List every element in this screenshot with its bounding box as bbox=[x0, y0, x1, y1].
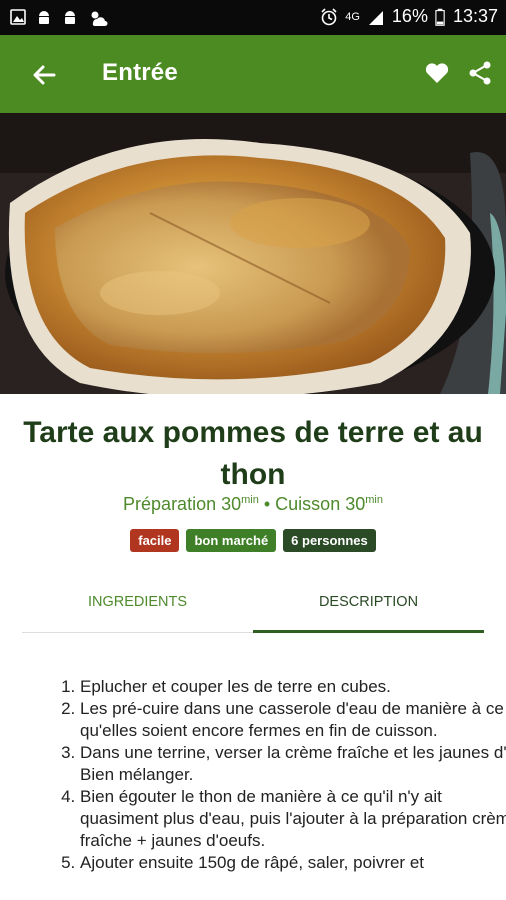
cost-badge: bon marché bbox=[186, 529, 277, 552]
cook-time: Cuisson 30 bbox=[275, 494, 366, 514]
image-notification-icon bbox=[10, 9, 26, 25]
weather-icon bbox=[91, 11, 108, 26]
times-separator: • bbox=[258, 494, 276, 514]
difficulty-badge: facile bbox=[130, 529, 180, 552]
battery-percent: 16% bbox=[391, 6, 428, 26]
network-type: 4G bbox=[345, 10, 360, 23]
recipe-times: Préparation 30min • Cuisson 30min bbox=[0, 494, 506, 515]
prep-time-unit: min bbox=[241, 494, 259, 506]
step-item: Les pré-cuire dans une casserole d'eau d… bbox=[80, 698, 506, 742]
battery-icon bbox=[435, 8, 445, 26]
favorite-heart-icon[interactable] bbox=[424, 61, 450, 85]
recipe-tabs: INGREDIENTS DESCRIPTION bbox=[22, 580, 484, 633]
prep-time: Préparation 30 bbox=[123, 494, 242, 514]
app-bar: Entrée bbox=[0, 35, 506, 113]
clock: 13:37 bbox=[452, 6, 498, 26]
status-bar: 4G 16% 13:37 bbox=[0, 0, 506, 35]
description-steps: Eplucher et couper les de terre en cubes… bbox=[55, 676, 506, 874]
tab-description[interactable]: DESCRIPTION bbox=[253, 580, 484, 633]
signal-icon bbox=[368, 10, 383, 25]
page-title: Entrée bbox=[102, 59, 178, 86]
step-item: Ajouter ensuite 150g de râpé, saler, poi… bbox=[80, 852, 506, 874]
step-item: Eplucher et couper les de terre en cubes… bbox=[80, 676, 506, 698]
recipe-title: Tarte aux pommes de terre et au thon bbox=[23, 416, 483, 491]
cook-time-unit: min bbox=[365, 494, 383, 506]
step-item: Dans une terrine, verser la crème fraîch… bbox=[80, 742, 506, 786]
android-notification-icon bbox=[65, 11, 75, 24]
recipe-badges: facile bon marché 6 personnes bbox=[0, 529, 506, 552]
back-arrow-icon[interactable] bbox=[30, 61, 58, 89]
notification-icons bbox=[10, 7, 108, 27]
recipe-photo bbox=[0, 113, 506, 394]
alarm-icon bbox=[321, 7, 337, 25]
servings-badge: 6 personnes bbox=[283, 529, 376, 552]
share-icon[interactable] bbox=[467, 59, 493, 87]
android-notification-icon bbox=[39, 11, 49, 24]
step-item: Bien égouter le thon de manière à ce qu'… bbox=[80, 786, 506, 852]
tab-ingredients[interactable]: INGREDIENTS bbox=[22, 580, 253, 630]
